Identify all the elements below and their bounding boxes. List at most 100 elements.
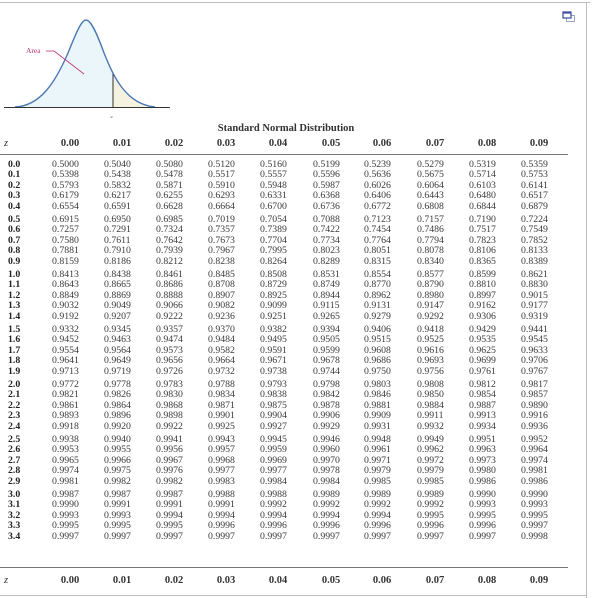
table-row: 3.3 0.9995 0.9995 0.9995 0.9996 0.9996 0.9996 0… [0,520,568,531]
row-group: 2.0 0.9772 0.9778 0.9783 0.9788 0.9793 0.9798 0… [0,379,568,435]
probability-cell: 0.9936 [521,420,548,432]
probability-cell: 0.9726 [156,365,183,377]
column-header-row: z 0.00 0.01 0.02 0.03 0.04 0.05 0.06 0.0… [0,138,568,154]
column-footer: 0.05 [321,575,341,586]
probability-cell: 0.9997 [208,530,235,542]
probability-cell: 0.8186 [104,255,131,267]
probability-cell: 0.9761 [469,365,496,377]
probability-cell: 0.8159 [52,255,79,267]
probability-cell: 0.6808 [417,200,444,212]
column-footer-row: z 0.00 0.01 0.02 0.03 0.04 0.05 0.06 0.0… [0,575,568,591]
column-header: 0.09 [529,138,549,149]
normal-curve-figure: z Area [4,19,170,118]
probability-cell: 0.8365 [469,255,496,267]
column-footer: 0.09 [529,575,549,586]
row-group: 1.0 0.8413 0.8438 0.8461 0.8485 0.8508 0.8531 0… [0,269,568,325]
row-group: 0.5 0.6915 0.6950 0.6985 0.7019 0.7054 0.7088 0… [0,214,568,270]
probability-cell: 0.8389 [521,255,548,267]
probability-cell: 0.9192 [52,310,79,322]
column-footer: 0.01 [112,575,132,586]
probability-cell: 0.9997 [364,530,391,542]
row-group: 0.0 0.5000 0.5040 0.5080 0.5120 0.5160 0.5199 0… [0,159,568,215]
probability-cell: 0.8238 [208,255,235,267]
probability-cell: 0.9934 [469,420,496,432]
probability-cell: 0.9984 [313,475,340,487]
probability-cell: 0.9222 [156,310,183,322]
column-footer: 0.03 [216,575,236,586]
column-header: 0.03 [216,138,236,149]
z-value: 0.4 [8,200,21,212]
column-header: 0.08 [477,138,497,149]
probability-cell: 0.6844 [469,200,496,212]
probability-cell: 0.9306 [469,310,496,322]
z-value: 1.4 [8,310,21,322]
footer-divider [0,567,568,568]
table-row: 0.8 0.7881 0.7910 0.7939 0.7967 0.7995 0.8023 0… [0,245,568,256]
probability-cell: 0.8289 [313,255,340,267]
column-header: 0.00 [60,138,80,149]
row-group: 2.5 0.9938 0.9940 0.9941 0.9943 0.9945 0.9946 0… [0,434,568,490]
area-region [15,20,113,107]
probability-cell: 0.8212 [156,255,183,267]
probability-cell: 0.6772 [364,200,391,212]
z-value: 1.9 [8,365,21,377]
probability-cell: 0.9986 [469,475,496,487]
probability-cell: 0.9207 [104,310,131,322]
table-row: 1.8 0.9641 0.9649 0.9656 0.9664 0.9671 0.9678 0… [0,355,568,366]
probability-cell: 0.9997 [104,530,131,542]
column-header: 0.06 [372,138,392,149]
probability-cell: 0.9985 [417,475,444,487]
probability-cell: 0.9997 [469,530,496,542]
area-label: Area [26,46,41,55]
column-footer: 0.08 [477,575,497,586]
probability-cell: 0.9738 [260,365,287,377]
probability-cell: 0.9997 [313,530,340,542]
probability-cell: 0.9713 [52,365,79,377]
probability-cell: 0.9719 [104,365,131,377]
probability-cell: 0.9922 [156,420,183,432]
row-group: 1.5 0.9332 0.9345 0.9357 0.9370 0.9382 0.9394 0… [0,324,568,380]
probability-cell: 0.9927 [260,420,287,432]
probability-cell: 0.9931 [364,420,391,432]
z-value: 2.4 [8,420,21,432]
probability-cell: 0.9251 [260,310,287,322]
probability-cell: 0.9265 [313,310,340,322]
row-group: 3.0 0.9987 0.9987 0.9987 0.9988 0.9988 0.9989 0… [0,489,568,545]
probability-cell: 0.9983 [208,475,235,487]
probability-cell: 0.6591 [104,200,131,212]
probability-cell: 0.6664 [208,200,235,212]
header-divider [0,154,568,155]
probability-cell: 0.9292 [417,310,444,322]
bottom-border [0,595,586,596]
probability-cell: 0.9925 [208,420,235,432]
probability-cell: 0.9319 [521,310,548,322]
probability-cell: 0.8315 [364,255,391,267]
probability-cell: 0.9236 [208,310,235,322]
column-footer: 0.04 [268,575,288,586]
column-footer: 0.02 [164,575,184,586]
z-column-header: z [4,138,9,149]
column-footer: 0.00 [60,575,80,586]
popout-window-icon[interactable] [562,11,576,23]
column-header: 0.04 [268,138,288,149]
probability-cell: 0.6628 [156,200,183,212]
tail-region [113,74,155,107]
table-row: 0.9 0.8159 0.8186 0.8212 0.8238 0.8264 0.8289 0… [0,255,568,267]
probability-cell: 0.9997 [52,530,79,542]
probability-cell: 0.9998 [521,530,548,542]
column-header: 0.01 [112,138,132,149]
probability-cell: 0.9279 [364,310,391,322]
table-row: 3.4 0.9997 0.9997 0.9997 0.9997 0.9997 0.9997 0… [0,530,568,542]
column-header: 0.05 [321,138,341,149]
probability-cell: 0.9732 [208,365,235,377]
probability-cell: 0.9986 [521,475,548,487]
probability-cell: 0.9985 [364,475,391,487]
probability-cell: 0.9997 [260,530,287,542]
z-value: 3.4 [8,530,21,542]
column-header: 0.07 [425,138,445,149]
probability-cell: 0.9932 [417,420,444,432]
table-title: Standard Normal Distribution [217,123,355,134]
z-axis-label: z [109,114,113,118]
probability-cell: 0.8340 [417,255,444,267]
right-border [586,2,587,598]
